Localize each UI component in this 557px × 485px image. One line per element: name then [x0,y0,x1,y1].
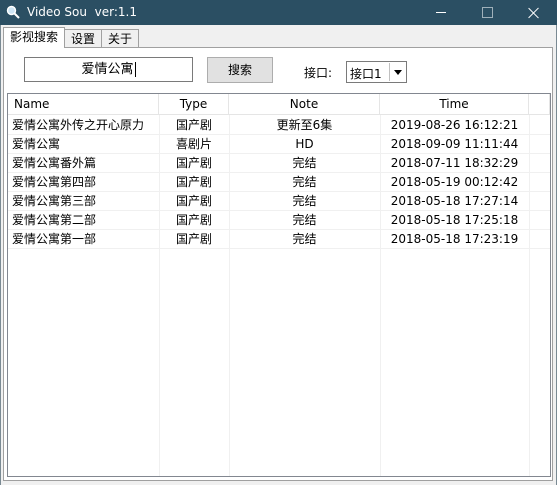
cell-name: 爱情公寓外传之开心原力 [12,118,145,132]
table-row[interactable]: 爱情公寓第二部 国产剧 完结 2018-05-18 17:25:18 [8,211,550,230]
minimize-button[interactable] [418,0,464,25]
table-row[interactable]: 爱情公寓第一部 国产剧 完结 2018-05-18 17:23:19 [8,230,550,249]
cell-type: 国产剧 [175,118,212,132]
cell-note: 完结 [292,156,317,170]
title-bar[interactable]: Video Sou ver:1.1 [0,0,557,25]
column-header-type[interactable]: Type [159,94,229,114]
column-header-time[interactable]: Time [380,94,529,114]
tab-about[interactable]: 关于 [101,29,140,47]
magnifier-icon [6,5,20,19]
cell-name: 爱情公寓第三部 [12,194,97,208]
tab-settings[interactable]: 设置 [64,29,103,47]
search-input[interactable]: 爱情公寓 [24,57,193,82]
cell-time: 2018-05-18 17:23:19 [390,232,519,246]
column-header-filler [529,94,550,114]
cell-time: 2018-07-11 18:32:29 [390,156,519,170]
maximize-icon [481,7,493,18]
tab-strip: 影视搜索 设置 关于 [3,27,140,48]
minimize-icon [436,12,446,13]
table-row[interactable]: 爱情公寓第四部 国产剧 完结 2018-05-19 00:12:42 [8,173,550,192]
text-caret [134,62,136,77]
table-row[interactable]: 爱情公寓外传之开心原力 国产剧 更新至6集 2019-08-26 16:12:2… [8,116,550,135]
maximize-button[interactable] [464,0,510,25]
search-button[interactable]: 搜索 [207,57,273,83]
search-input-value: 爱情公寓 [81,62,134,77]
table-row[interactable]: 爱情公寓第三部 国产剧 完结 2018-05-18 17:27:14 [8,192,550,211]
results-list[interactable]: Name Type Note Time 爱情公寓外传之开心原力 国产剧 更新至6… [7,93,551,477]
cell-name: 爱情公寓 [12,137,61,151]
table-row[interactable]: 爱情公寓 喜剧片 HD 2018-09-09 11:11:44 [8,135,550,154]
cell-time: 2018-09-09 11:11:44 [390,137,519,151]
cell-time: 2019-08-26 16:12:21 [390,118,519,132]
cell-type: 国产剧 [175,232,212,246]
tab-video-search[interactable]: 影视搜索 [3,27,66,48]
cell-name: 爱情公寓第二部 [12,213,97,227]
list-header: Name Type Note Time [8,94,550,115]
cell-time: 2018-05-19 00:12:42 [390,175,519,189]
api-label: 接口: [304,66,333,80]
cell-name: 爱情公寓番外篇 [12,156,97,170]
cell-time: 2018-05-18 17:27:14 [390,194,519,208]
cell-type: 国产剧 [175,175,212,189]
cell-type: 喜剧片 [175,137,212,151]
column-header-note[interactable]: Note [229,94,380,114]
cell-note: 更新至6集 [276,118,333,132]
close-button[interactable] [511,0,557,25]
chevron-down-icon [393,69,402,75]
cell-name: 爱情公寓第四部 [12,175,97,189]
cell-type: 国产剧 [175,194,212,208]
api-select[interactable]: 接口1 [346,61,407,83]
cell-type: 国产剧 [175,213,212,227]
close-icon [528,7,540,19]
cell-note: 完结 [292,213,317,227]
api-select-value: 接口1 [350,67,382,81]
cell-note: 完结 [292,175,317,189]
cell-time: 2018-05-18 17:25:18 [390,213,519,227]
column-header-name[interactable]: Name [8,94,159,114]
window-title: Video Sou ver:1.1 [27,5,137,19]
dropdown-button[interactable] [389,63,405,81]
cell-note: HD [295,137,314,151]
list-rows: 爱情公寓外传之开心原力 国产剧 更新至6集 2019-08-26 16:12:2… [8,116,550,249]
cell-note: 完结 [292,194,317,208]
cell-type: 国产剧 [175,156,212,170]
cell-note: 完结 [292,232,317,246]
cell-name: 爱情公寓第一部 [12,232,97,246]
table-row[interactable]: 爱情公寓番外篇 国产剧 完结 2018-07-11 18:32:29 [8,154,550,173]
